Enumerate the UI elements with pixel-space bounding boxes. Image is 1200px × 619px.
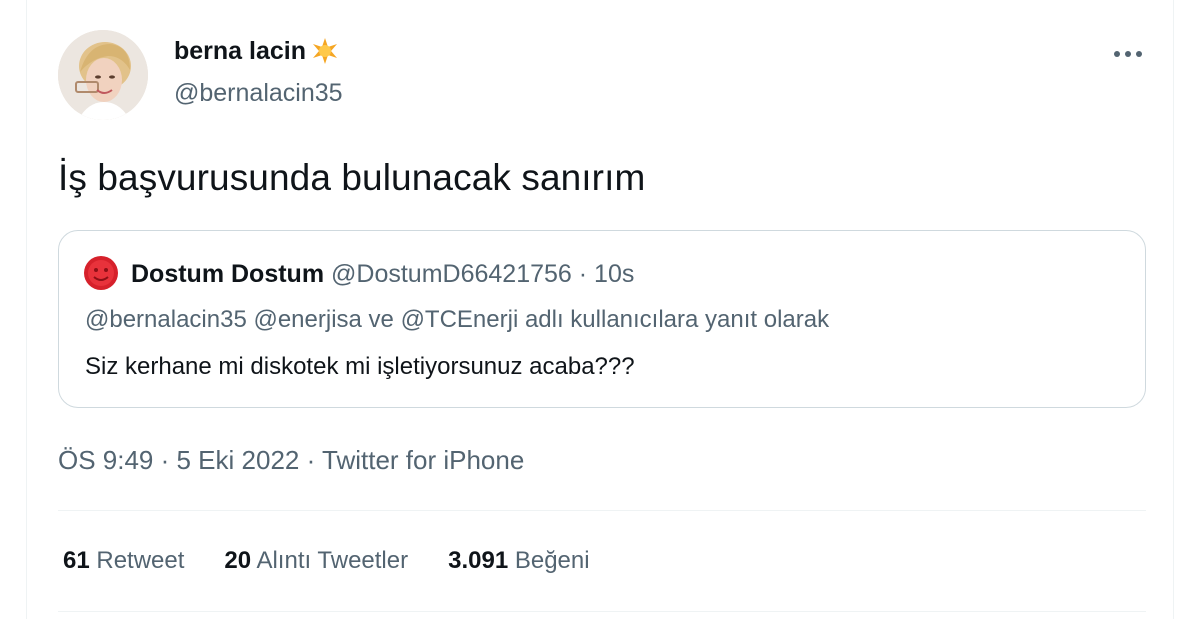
- retweet-count[interactable]: 61 Retweet: [63, 547, 184, 575]
- tweet-text: İş başvurusunda bulunacak sanırım: [58, 157, 646, 198]
- tweet-stats: 61 Retweet 20 Alıntı Tweetler 3.091 Beğe…: [63, 547, 590, 575]
- quoted-tweet[interactable]: Dostum Dostum @DostumD66421756 · 10s @be…: [58, 230, 1146, 408]
- author-handle[interactable]: @bernalacin35: [174, 79, 343, 108]
- likes-number: 3.091: [448, 547, 509, 574]
- retweet-count-number: 61: [63, 547, 90, 574]
- quote-tweets-label: Alıntı Tweetler: [256, 547, 409, 574]
- quoted-handle: @DostumD66421756: [331, 260, 572, 288]
- more-options-button[interactable]: [1108, 40, 1148, 68]
- likes-count[interactable]: 3.091 Beğeni: [448, 547, 589, 575]
- quoted-author-avatar: [83, 255, 119, 291]
- quoted-header: Dostum Dostum @DostumD66421756 · 10s: [131, 260, 634, 289]
- more-horizontal-icon: [1114, 51, 1142, 57]
- quote-tweets-count[interactable]: 20 Alıntı Tweetler: [224, 547, 408, 575]
- author-avatar[interactable]: [58, 30, 148, 120]
- quoted-display-name: Dostum Dostum: [131, 260, 325, 288]
- author-display-name[interactable]: berna lacin: [174, 36, 340, 66]
- quoted-reply-context: @bernalacin35 @enerjisa ve @TCEnerji adl…: [85, 306, 830, 333]
- tweet-timestamp[interactable]: ÖS 9:49 · 5 Eki 2022 · Twitter for iPhon…: [58, 445, 524, 476]
- author-name-text: berna lacin: [174, 36, 306, 65]
- quoted-time: 10s: [594, 260, 635, 288]
- retweet-count-label: Retweet: [96, 547, 185, 574]
- quoted-separator: ·: [578, 260, 588, 288]
- quoted-text: Siz kerhane mi diskotek mi işletiyorsunu…: [85, 353, 635, 380]
- divider: [58, 611, 1146, 612]
- divider: [58, 510, 1146, 511]
- likes-label: Beğeni: [514, 547, 590, 574]
- quote-tweets-number: 20: [224, 547, 252, 574]
- sun-star-icon: [310, 36, 340, 66]
